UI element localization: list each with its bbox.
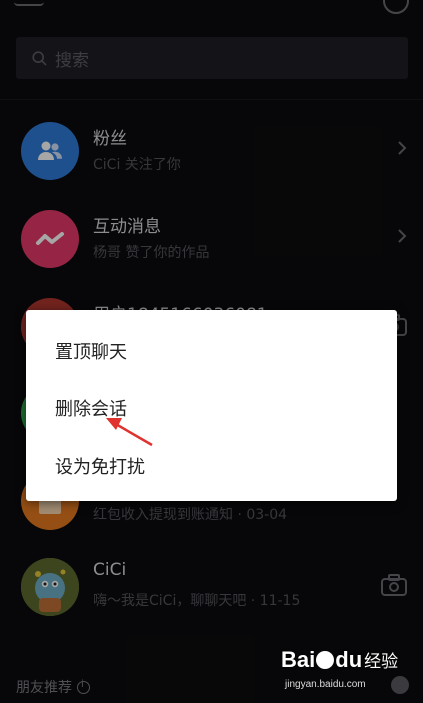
annotation-arrow-icon bbox=[106, 418, 153, 447]
baidu-paw-icon bbox=[316, 651, 335, 669]
context-menu: 置顶聊天 删除会话 设为免打扰 bbox=[26, 310, 397, 501]
scroll-badge-icon bbox=[391, 676, 409, 694]
menu-item-mute[interactable]: 设为免打扰 bbox=[55, 453, 145, 479]
baidu-jingyan-watermark: Bai du 经验 jingyan.baidu.com bbox=[281, 647, 399, 690]
message-screen: 搜索 粉丝 CiCi 关注了你 互动消息 杨哥 赞了你的作品 红包收入提现到账通… bbox=[0, 0, 423, 703]
menu-item-pin-chat[interactable]: 置顶聊天 bbox=[55, 338, 127, 364]
